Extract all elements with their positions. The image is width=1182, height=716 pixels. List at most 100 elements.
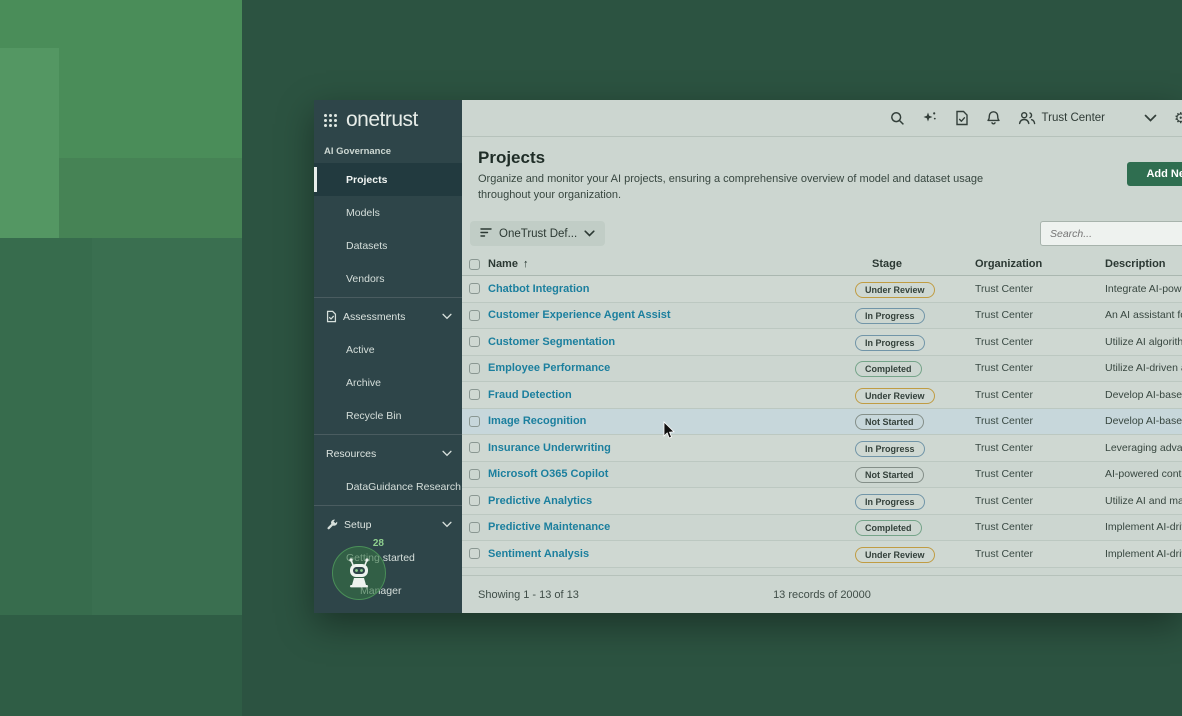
organization-cell: Trust Center (975, 548, 1105, 560)
logo-row[interactable]: onetrust (314, 100, 462, 138)
row-checkbox[interactable] (469, 416, 480, 427)
stage-badge: Under Review (855, 388, 935, 404)
bg-block-light (0, 48, 59, 238)
org-switcher[interactable]: Trust Center (1018, 111, 1105, 125)
row-checkbox[interactable] (469, 283, 480, 294)
table-header-row: Name ↑ Stage Organization Description (462, 253, 1182, 276)
wrench-icon (326, 519, 338, 531)
sidebar-item-projects[interactable]: Projects (314, 163, 462, 196)
row-checkbox[interactable] (469, 469, 480, 480)
description-cell: Utilize AI-driven ana (1105, 362, 1182, 374)
sidebar-item-datasets[interactable]: Datasets (314, 229, 462, 262)
sidebar-item-resources[interactable]: Resources (314, 437, 462, 470)
robot-icon[interactable] (332, 546, 386, 600)
sidebar-item-vendors[interactable]: Vendors (314, 262, 462, 295)
table-row[interactable]: Image Recognition Not Started Trust Cent… (462, 409, 1182, 436)
description-cell: An AI assistant for c (1105, 309, 1182, 321)
table-row[interactable]: Microsoft O365 Copilot Not Started Trust… (462, 462, 1182, 489)
description-cell: Develop AI-based im (1105, 415, 1182, 427)
app-grid-icon[interactable] (323, 113, 338, 128)
bg-block-bottom (0, 615, 242, 716)
search-input[interactable] (1040, 221, 1182, 246)
chevron-down-icon[interactable] (1144, 114, 1157, 122)
table-row[interactable]: Employee Performance Completed Trust Cen… (462, 356, 1182, 383)
sidebar-item-assessments[interactable]: Assessments (314, 300, 462, 333)
row-checkbox[interactable] (469, 336, 480, 347)
row-checkbox[interactable] (469, 442, 480, 453)
filter-label: OneTrust Def... (499, 228, 577, 240)
sort-ascending-icon[interactable]: ↑ (523, 258, 529, 270)
table-row[interactable]: Predictive Maintenance Completed Trust C… (462, 515, 1182, 542)
sparkles-icon[interactable] (922, 110, 938, 126)
assistant-widget[interactable]: 28 (332, 546, 386, 600)
table-row[interactable]: Fraud Detection Under Review Trust Cente… (462, 382, 1182, 409)
description-cell: AI-powered content (1105, 468, 1182, 480)
project-name-link[interactable]: Image Recognition (488, 415, 855, 427)
project-name-link[interactable]: Insurance Underwriting (488, 442, 855, 454)
stage-badge: Not Started (855, 467, 924, 483)
description-cell: Develop AI-based fr (1105, 389, 1182, 401)
sidebar-item-active[interactable]: Active (314, 333, 462, 366)
add-new-button[interactable]: Add New (1127, 162, 1182, 186)
filter-dropdown[interactable]: OneTrust Def... (470, 221, 605, 246)
people-icon (1018, 111, 1036, 125)
sidebar-item-archive[interactable]: Archive (314, 366, 462, 399)
stage-badge: In Progress (855, 441, 925, 457)
stage-badge: Under Review (855, 282, 935, 298)
bell-icon[interactable] (986, 110, 1001, 126)
project-name-link[interactable]: Employee Performance (488, 362, 855, 374)
project-name-link[interactable]: Predictive Analytics (488, 495, 855, 507)
product-label: AI Governance (314, 138, 462, 163)
sidebar-item-dataguidance-research[interactable]: DataGuidance Research (314, 470, 462, 503)
project-name-link[interactable]: Customer Experience Agent Assist (488, 309, 855, 321)
organization-cell: Trust Center (975, 362, 1105, 374)
table-row[interactable]: Predictive Analytics In Progress Trust C… (462, 488, 1182, 515)
description-cell: Utilize AI algorithms (1105, 336, 1182, 348)
table-row[interactable]: Insurance Underwriting In Progress Trust… (462, 435, 1182, 462)
row-checkbox[interactable] (469, 310, 480, 321)
stage-badge: Not Started (855, 414, 924, 430)
stage-badge: Under Review (855, 547, 935, 563)
table-row[interactable]: Customer Segmentation In Progress Trust … (462, 329, 1182, 356)
org-name: Trust Center (1042, 112, 1105, 124)
row-checkbox[interactable] (469, 363, 480, 374)
project-name-link[interactable]: Predictive Maintenance (488, 521, 855, 533)
search-icon[interactable] (890, 111, 905, 126)
main-content: Trust Center ⚙ Projects Organize and mon… (462, 100, 1182, 613)
row-checkbox[interactable] (469, 548, 480, 559)
organization-cell: Trust Center (975, 495, 1105, 507)
document-check-icon[interactable] (955, 110, 969, 126)
description-cell: Implement AI-driven (1105, 521, 1182, 533)
records-count: 13 records of 20000 (462, 589, 1182, 601)
settings-gear-icon-partial[interactable]: ⚙ (1174, 109, 1182, 127)
document-check-icon (326, 310, 337, 323)
table-row[interactable]: Sentiment Analysis Under Review Trust Ce… (462, 541, 1182, 568)
table-row[interactable]: Chatbot Integration Under Review Trust C… (462, 276, 1182, 303)
row-checkbox[interactable] (469, 522, 480, 533)
project-name-link[interactable]: Sentiment Analysis (488, 548, 855, 560)
sidebar-item-recycle-bin[interactable]: Recycle Bin (314, 399, 462, 432)
column-header-description[interactable]: Description (1105, 258, 1182, 270)
table-row[interactable]: Customer Experience Agent Assist In Prog… (462, 303, 1182, 330)
stage-badge: In Progress (855, 494, 925, 510)
table-footer: 13 records of 20000 Showing 1 - 13 of 13 (462, 575, 1182, 613)
column-header-stage[interactable]: Stage (855, 258, 975, 270)
stage-badge: In Progress (855, 335, 925, 351)
project-name-link[interactable]: Fraud Detection (488, 389, 855, 401)
row-checkbox[interactable] (469, 495, 480, 506)
project-name-link[interactable]: Customer Segmentation (488, 336, 855, 348)
project-name-link[interactable]: Chatbot Integration (488, 283, 855, 295)
row-checkbox[interactable] (469, 389, 480, 400)
app-window: onetrust AI Governance Projects Models D… (314, 100, 1182, 613)
assistant-badge: 28 (373, 538, 384, 549)
organization-cell: Trust Center (975, 415, 1105, 427)
sidebar-item-models[interactable]: Models (314, 196, 462, 229)
page-header: Projects Organize and monitor your AI pr… (478, 148, 1023, 204)
sidebar-item-setup[interactable]: Setup (314, 508, 462, 541)
chevron-down-icon (442, 519, 452, 531)
chevron-down-icon (442, 311, 452, 323)
column-header-organization[interactable]: Organization (975, 258, 1105, 270)
select-all-checkbox[interactable] (469, 259, 480, 270)
project-name-link[interactable]: Microsoft O365 Copilot (488, 468, 855, 480)
column-header-name[interactable]: Name ↑ (488, 258, 855, 270)
